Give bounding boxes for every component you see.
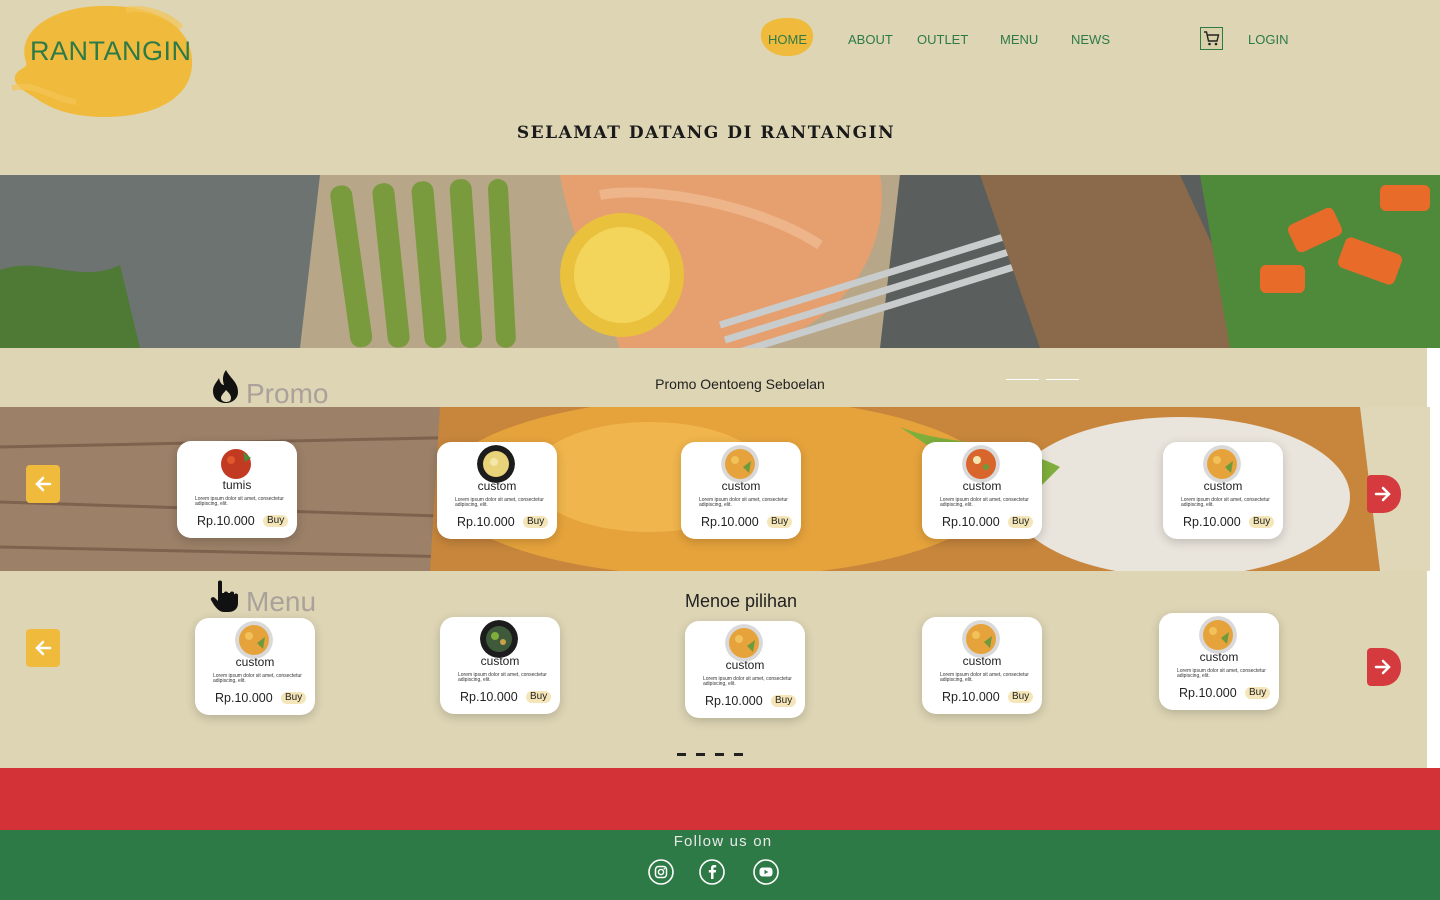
- card-name: custom: [1199, 650, 1239, 664]
- cart-button[interactable]: [1200, 27, 1223, 50]
- card-description: Lorem ipsum dolor sit amet, consectetur …: [1177, 668, 1266, 679]
- menu-next-button[interactable]: [1367, 648, 1401, 686]
- food-thumbnail: [235, 621, 273, 659]
- arrow-right-icon: [1374, 659, 1391, 675]
- card-name: custom: [477, 479, 517, 493]
- card-price: Rp.10.000: [215, 691, 273, 705]
- carousel-dot[interactable]: [734, 753, 743, 756]
- card-price: Rp.10.000: [705, 694, 763, 708]
- food-thumbnail: [1199, 616, 1237, 654]
- arrow-left-icon: [35, 640, 52, 656]
- nav-news[interactable]: NEWS: [1071, 32, 1110, 47]
- menu-card[interactable]: custom Lorem ipsum dolor sit amet, conse…: [685, 621, 805, 718]
- promo-slide-indicator[interactable]: [1046, 379, 1079, 380]
- food-thumbnail: [480, 620, 518, 658]
- card-description: Lorem ipsum dolor sit amet, consectetur …: [195, 496, 284, 507]
- buy-button[interactable]: Buy: [1249, 516, 1275, 528]
- card-name: custom: [725, 658, 765, 672]
- card-description: Lorem ipsum dolor sit amet, consectetur …: [940, 672, 1029, 683]
- card-price: Rp.10.000: [701, 515, 759, 529]
- card-name: tumis: [222, 478, 252, 492]
- promo-next-button[interactable]: [1367, 475, 1401, 513]
- card-description: Lorem ipsum dolor sit amet, consectetur …: [699, 497, 788, 508]
- instagram-icon[interactable]: [648, 859, 674, 885]
- card-name: custom: [962, 654, 1002, 668]
- youtube-icon[interactable]: [753, 859, 779, 885]
- carousel-dot[interactable]: [677, 753, 686, 756]
- food-thumbnail: [725, 624, 763, 662]
- menu-card[interactable]: custom Lorem ipsum dolor sit amet, conse…: [440, 617, 560, 714]
- promo-card[interactable]: custom Lorem ipsum dolor sit amet, conse…: [922, 442, 1042, 539]
- food-thumbnail: [962, 620, 1000, 658]
- nav-about[interactable]: ABOUT: [848, 32, 893, 47]
- promo-slide-indicator[interactable]: [1006, 379, 1039, 380]
- buy-button[interactable]: Buy: [1008, 691, 1034, 703]
- card-price: Rp.10.000: [1183, 515, 1241, 529]
- welcome-heading: SELAMAT DATANG DI RANTANGIN: [516, 123, 896, 143]
- nav-home[interactable]: HOME: [768, 32, 807, 47]
- card-name: custom: [480, 654, 520, 668]
- food-thumbnail: [721, 445, 759, 483]
- menu-subtitle: Menoe pilihan: [684, 591, 798, 611]
- menu-card[interactable]: custom Lorem ipsum dolor sit amet, conse…: [1159, 613, 1279, 710]
- menu-card[interactable]: custom Lorem ipsum dolor sit amet, conse…: [922, 617, 1042, 714]
- food-thumbnail: [1203, 445, 1241, 483]
- card-description: Lorem ipsum dolor sit amet, consectetur …: [455, 497, 544, 508]
- card-description: Lorem ipsum dolor sit amet, consectetur …: [1181, 497, 1270, 508]
- arrow-left-icon: [35, 476, 52, 492]
- card-price: Rp.10.000: [942, 690, 1000, 704]
- shopping-cart-icon: [1204, 31, 1220, 46]
- hero-food-image: [0, 175, 1440, 348]
- card-name: custom: [962, 479, 1002, 493]
- card-description: Lorem ipsum dolor sit amet, consectetur …: [458, 672, 547, 683]
- buy-button[interactable]: Buy: [771, 695, 797, 707]
- card-name: custom: [721, 479, 761, 493]
- promo-subtitle: Promo Oentoeng Seboelan: [655, 376, 825, 392]
- food-thumbnail: [477, 445, 515, 483]
- buy-button[interactable]: Buy: [281, 692, 307, 704]
- follow-us-label: Follow us on: [673, 833, 773, 850]
- promo-card[interactable]: custom Lorem ipsum dolor sit amet, conse…: [437, 442, 557, 539]
- buy-button[interactable]: Buy: [526, 691, 552, 703]
- buy-button[interactable]: Buy: [1245, 687, 1271, 699]
- menu-card[interactable]: custom Lorem ipsum dolor sit amet, conse…: [195, 618, 315, 715]
- card-description: Lorem ipsum dolor sit amet, consectetur …: [703, 676, 792, 687]
- card-description: Lorem ipsum dolor sit amet, consectetur …: [940, 497, 1029, 508]
- nav-menu[interactable]: MENU: [1000, 32, 1038, 47]
- card-name: custom: [1203, 479, 1243, 493]
- footer-red-band: [0, 768, 1440, 830]
- card-price: Rp.10.000: [197, 514, 255, 528]
- nav-outlet[interactable]: OUTLET: [917, 32, 968, 47]
- buy-button[interactable]: Buy: [1008, 516, 1034, 528]
- logo[interactable]: RANTANGIN: [30, 36, 192, 67]
- menu-prev-button[interactable]: [26, 629, 60, 667]
- nav-login[interactable]: LOGIN: [1248, 32, 1288, 47]
- buy-button[interactable]: Buy: [263, 515, 289, 527]
- card-price: Rp.10.000: [457, 515, 515, 529]
- card-name: custom: [235, 655, 275, 669]
- food-thumbnail: [962, 445, 1000, 483]
- card-price: Rp.10.000: [1179, 686, 1237, 700]
- site-header: RANTANGIN HOME ABOUT OUTLET MENU NEWS LO…: [0, 0, 1440, 175]
- promo-prev-button[interactable]: [26, 465, 60, 503]
- card-price: Rp.10.000: [460, 690, 518, 704]
- food-thumbnail: [217, 444, 255, 482]
- carousel-dot[interactable]: [715, 753, 724, 756]
- facebook-icon[interactable]: [699, 859, 725, 885]
- carousel-dot[interactable]: [696, 753, 705, 756]
- promo-card[interactable]: custom Lorem ipsum dolor sit amet, conse…: [1163, 442, 1283, 539]
- buy-button[interactable]: Buy: [523, 516, 549, 528]
- promo-card[interactable]: tumis Lorem ipsum dolor sit amet, consec…: [177, 441, 297, 538]
- card-description: Lorem ipsum dolor sit amet, consectetur …: [213, 673, 302, 684]
- buy-button[interactable]: Buy: [767, 516, 793, 528]
- promo-card[interactable]: custom Lorem ipsum dolor sit amet, conse…: [681, 442, 801, 539]
- arrow-right-icon: [1374, 486, 1391, 502]
- card-price: Rp.10.000: [942, 515, 1000, 529]
